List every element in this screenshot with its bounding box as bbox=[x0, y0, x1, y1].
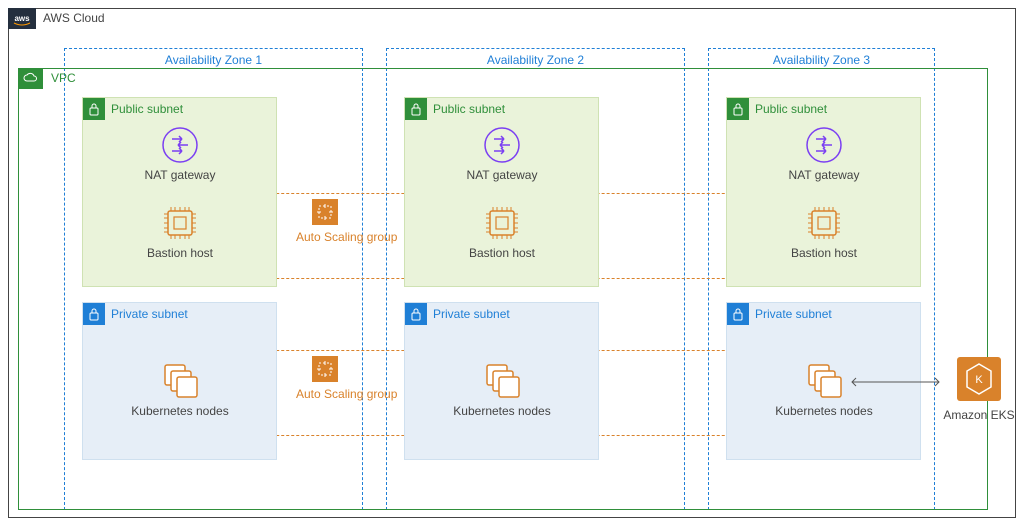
auto-scaling-icon bbox=[312, 199, 338, 225]
bastion-host-az1: Bastion host bbox=[120, 204, 240, 260]
subnet-title: Private subnet bbox=[433, 307, 510, 321]
kubernetes-nodes-az2: Kubernetes nodes bbox=[442, 360, 562, 418]
resource-label: NAT gateway bbox=[120, 168, 240, 182]
vpc-cloud-icon bbox=[18, 68, 43, 89]
resource-label: NAT gateway bbox=[442, 168, 562, 182]
subnet-header: Private subnet bbox=[405, 303, 510, 325]
subnet-title: Private subnet bbox=[111, 307, 188, 321]
subnet-title: Private subnet bbox=[755, 307, 832, 321]
subnet-header: Public subnet bbox=[405, 98, 505, 120]
resource-label: NAT gateway bbox=[764, 168, 884, 182]
containers-icon bbox=[804, 360, 844, 400]
containers-icon bbox=[160, 360, 200, 400]
ec2-instance-icon bbox=[805, 204, 843, 242]
amazon-eks: K Amazon EKS bbox=[940, 356, 1018, 422]
az-label: Availability Zone 1 bbox=[65, 53, 362, 67]
nat-gateway-icon bbox=[161, 126, 199, 164]
subnet-title: Public subnet bbox=[111, 102, 183, 116]
vpc-label: VPC bbox=[51, 71, 76, 85]
padlock-icon bbox=[727, 98, 749, 120]
bastion-host-az3: Bastion host bbox=[764, 204, 884, 260]
padlock-icon bbox=[727, 303, 749, 325]
auto-scaling-icon bbox=[312, 356, 338, 382]
nat-gateway-icon bbox=[483, 126, 521, 164]
eks-label: Amazon EKS bbox=[940, 408, 1018, 422]
eks-service-icon: K bbox=[956, 356, 1002, 402]
nat-gateway-az2: NAT gateway bbox=[442, 126, 562, 182]
svg-text:K: K bbox=[975, 374, 983, 386]
subnet-header: Private subnet bbox=[83, 303, 188, 325]
bastion-host-az2: Bastion host bbox=[442, 204, 562, 260]
padlock-icon bbox=[83, 303, 105, 325]
ec2-instance-icon bbox=[161, 204, 199, 242]
subnet-header: Public subnet bbox=[83, 98, 183, 120]
padlock-icon bbox=[405, 98, 427, 120]
subnet-header: Private subnet bbox=[727, 303, 832, 325]
resource-label: Bastion host bbox=[764, 246, 884, 260]
subnet-header: Public subnet bbox=[727, 98, 827, 120]
nat-gateway-az3: NAT gateway bbox=[764, 126, 884, 182]
asg-label: Auto Scaling group bbox=[296, 230, 397, 244]
connector-arrow bbox=[848, 376, 943, 388]
resource-label: Bastion host bbox=[442, 246, 562, 260]
nat-gateway-az1: NAT gateway bbox=[120, 126, 240, 182]
resource-label: Kubernetes nodes bbox=[442, 404, 562, 418]
resource-label: Kubernetes nodes bbox=[764, 404, 884, 418]
aws-cloud-label: AWS Cloud bbox=[43, 11, 105, 25]
kubernetes-nodes-az1: Kubernetes nodes bbox=[120, 360, 240, 418]
aws-logo-icon: aws bbox=[8, 8, 36, 29]
ec2-instance-icon bbox=[483, 204, 521, 242]
resource-label: Kubernetes nodes bbox=[120, 404, 240, 418]
svg-text:aws: aws bbox=[14, 14, 30, 23]
containers-icon bbox=[482, 360, 522, 400]
asg-label: Auto Scaling group bbox=[296, 387, 397, 401]
az-label: Availability Zone 2 bbox=[387, 53, 684, 67]
padlock-icon bbox=[405, 303, 427, 325]
az-label: Availability Zone 3 bbox=[709, 53, 934, 67]
resource-label: Bastion host bbox=[120, 246, 240, 260]
subnet-title: Public subnet bbox=[433, 102, 505, 116]
subnet-title: Public subnet bbox=[755, 102, 827, 116]
nat-gateway-icon bbox=[805, 126, 843, 164]
padlock-icon bbox=[83, 98, 105, 120]
diagram-canvas: aws AWS Cloud Availability Zone 1 Availa… bbox=[0, 0, 1024, 526]
kubernetes-nodes-az3: Kubernetes nodes bbox=[764, 360, 884, 418]
